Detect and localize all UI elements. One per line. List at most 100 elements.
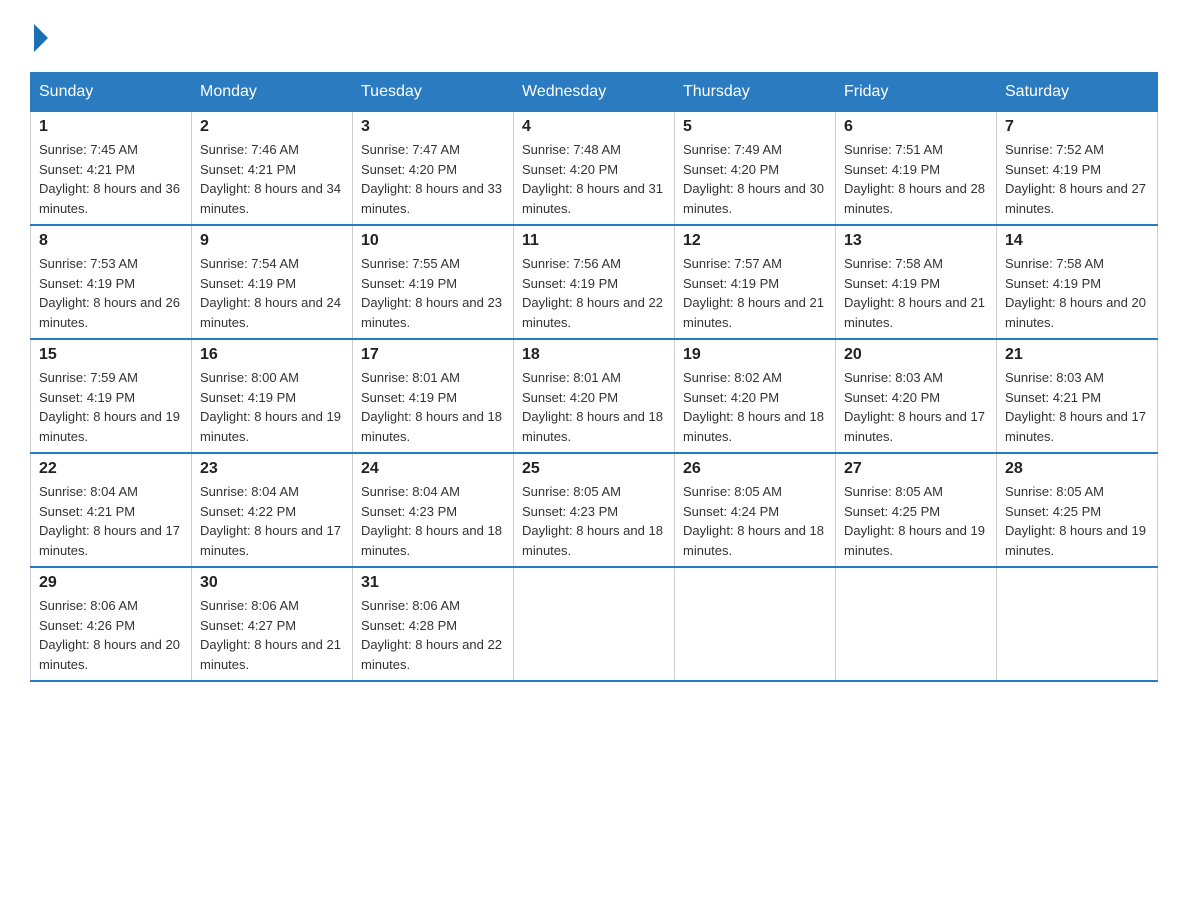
day-info: Sunrise: 8:06 AM Sunset: 4:27 PM Dayligh… xyxy=(200,596,344,674)
day-info: Sunrise: 8:04 AM Sunset: 4:21 PM Dayligh… xyxy=(39,482,183,560)
calendar-body: 1 Sunrise: 7:45 AM Sunset: 4:21 PM Dayli… xyxy=(31,112,1158,682)
day-info: Sunrise: 7:57 AM Sunset: 4:19 PM Dayligh… xyxy=(683,254,827,332)
calendar-day-cell: 3 Sunrise: 7:47 AM Sunset: 4:20 PM Dayli… xyxy=(353,112,514,226)
calendar-week-row: 15 Sunrise: 7:59 AM Sunset: 4:19 PM Dayl… xyxy=(31,339,1158,453)
calendar-day-cell: 15 Sunrise: 7:59 AM Sunset: 4:19 PM Dayl… xyxy=(31,339,192,453)
day-number: 17 xyxy=(361,346,505,364)
calendar-weekday-saturday: Saturday xyxy=(997,73,1158,112)
day-info: Sunrise: 8:03 AM Sunset: 4:20 PM Dayligh… xyxy=(844,368,988,446)
day-info: Sunrise: 7:52 AM Sunset: 4:19 PM Dayligh… xyxy=(1005,140,1149,218)
day-info: Sunrise: 7:45 AM Sunset: 4:21 PM Dayligh… xyxy=(39,140,183,218)
calendar-day-cell: 5 Sunrise: 7:49 AM Sunset: 4:20 PM Dayli… xyxy=(675,112,836,226)
day-info: Sunrise: 8:00 AM Sunset: 4:19 PM Dayligh… xyxy=(200,368,344,446)
calendar-week-row: 29 Sunrise: 8:06 AM Sunset: 4:26 PM Dayl… xyxy=(31,567,1158,681)
day-info: Sunrise: 8:06 AM Sunset: 4:28 PM Dayligh… xyxy=(361,596,505,674)
calendar-day-cell: 26 Sunrise: 8:05 AM Sunset: 4:24 PM Dayl… xyxy=(675,453,836,567)
calendar-header-row: SundayMondayTuesdayWednesdayThursdayFrid… xyxy=(31,73,1158,112)
calendar-day-cell: 10 Sunrise: 7:55 AM Sunset: 4:19 PM Dayl… xyxy=(353,225,514,339)
day-info: Sunrise: 8:04 AM Sunset: 4:23 PM Dayligh… xyxy=(361,482,505,560)
calendar-day-cell: 2 Sunrise: 7:46 AM Sunset: 4:21 PM Dayli… xyxy=(192,112,353,226)
day-info: Sunrise: 8:01 AM Sunset: 4:20 PM Dayligh… xyxy=(522,368,666,446)
day-info: Sunrise: 7:59 AM Sunset: 4:19 PM Dayligh… xyxy=(39,368,183,446)
day-info: Sunrise: 7:56 AM Sunset: 4:19 PM Dayligh… xyxy=(522,254,666,332)
calendar-day-cell: 8 Sunrise: 7:53 AM Sunset: 4:19 PM Dayli… xyxy=(31,225,192,339)
day-number: 4 xyxy=(522,118,666,136)
day-info: Sunrise: 7:51 AM Sunset: 4:19 PM Dayligh… xyxy=(844,140,988,218)
day-info: Sunrise: 7:48 AM Sunset: 4:20 PM Dayligh… xyxy=(522,140,666,218)
calendar-day-cell: 16 Sunrise: 8:00 AM Sunset: 4:19 PM Dayl… xyxy=(192,339,353,453)
calendar-day-cell: 14 Sunrise: 7:58 AM Sunset: 4:19 PM Dayl… xyxy=(997,225,1158,339)
day-info: Sunrise: 8:05 AM Sunset: 4:25 PM Dayligh… xyxy=(844,482,988,560)
day-number: 30 xyxy=(200,574,344,592)
calendar-day-cell: 25 Sunrise: 8:05 AM Sunset: 4:23 PM Dayl… xyxy=(514,453,675,567)
day-number: 15 xyxy=(39,346,183,364)
day-number: 6 xyxy=(844,118,988,136)
calendar-weekday-monday: Monday xyxy=(192,73,353,112)
calendar-day-cell: 19 Sunrise: 8:02 AM Sunset: 4:20 PM Dayl… xyxy=(675,339,836,453)
calendar-day-cell: 12 Sunrise: 7:57 AM Sunset: 4:19 PM Dayl… xyxy=(675,225,836,339)
day-number: 5 xyxy=(683,118,827,136)
page-header xyxy=(30,20,1158,52)
calendar-day-cell: 21 Sunrise: 8:03 AM Sunset: 4:21 PM Dayl… xyxy=(997,339,1158,453)
day-info: Sunrise: 8:06 AM Sunset: 4:26 PM Dayligh… xyxy=(39,596,183,674)
day-info: Sunrise: 7:55 AM Sunset: 4:19 PM Dayligh… xyxy=(361,254,505,332)
day-number: 29 xyxy=(39,574,183,592)
day-number: 3 xyxy=(361,118,505,136)
day-number: 9 xyxy=(200,232,344,250)
calendar-day-cell: 13 Sunrise: 7:58 AM Sunset: 4:19 PM Dayl… xyxy=(836,225,997,339)
calendar-weekday-thursday: Thursday xyxy=(675,73,836,112)
logo-arrow-icon xyxy=(34,24,48,52)
day-number: 7 xyxy=(1005,118,1149,136)
day-number: 13 xyxy=(844,232,988,250)
day-number: 19 xyxy=(683,346,827,364)
day-number: 20 xyxy=(844,346,988,364)
calendar-weekday-tuesday: Tuesday xyxy=(353,73,514,112)
calendar-week-row: 1 Sunrise: 7:45 AM Sunset: 4:21 PM Dayli… xyxy=(31,112,1158,226)
day-info: Sunrise: 7:49 AM Sunset: 4:20 PM Dayligh… xyxy=(683,140,827,218)
day-number: 27 xyxy=(844,460,988,478)
day-number: 8 xyxy=(39,232,183,250)
calendar-day-cell: 7 Sunrise: 7:52 AM Sunset: 4:19 PM Dayli… xyxy=(997,112,1158,226)
calendar-weekday-wednesday: Wednesday xyxy=(514,73,675,112)
day-info: Sunrise: 7:54 AM Sunset: 4:19 PM Dayligh… xyxy=(200,254,344,332)
day-number: 2 xyxy=(200,118,344,136)
calendar-weekday-sunday: Sunday xyxy=(31,73,192,112)
calendar-day-cell: 18 Sunrise: 8:01 AM Sunset: 4:20 PM Dayl… xyxy=(514,339,675,453)
calendar-header: SundayMondayTuesdayWednesdayThursdayFrid… xyxy=(31,73,1158,112)
day-info: Sunrise: 7:53 AM Sunset: 4:19 PM Dayligh… xyxy=(39,254,183,332)
day-info: Sunrise: 8:05 AM Sunset: 4:23 PM Dayligh… xyxy=(522,482,666,560)
calendar-day-cell xyxy=(514,567,675,681)
day-number: 24 xyxy=(361,460,505,478)
calendar-day-cell: 4 Sunrise: 7:48 AM Sunset: 4:20 PM Dayli… xyxy=(514,112,675,226)
day-number: 26 xyxy=(683,460,827,478)
calendar-day-cell: 22 Sunrise: 8:04 AM Sunset: 4:21 PM Dayl… xyxy=(31,453,192,567)
calendar-weekday-friday: Friday xyxy=(836,73,997,112)
calendar-day-cell: 1 Sunrise: 7:45 AM Sunset: 4:21 PM Dayli… xyxy=(31,112,192,226)
calendar-day-cell: 31 Sunrise: 8:06 AM Sunset: 4:28 PM Dayl… xyxy=(353,567,514,681)
calendar-day-cell: 27 Sunrise: 8:05 AM Sunset: 4:25 PM Dayl… xyxy=(836,453,997,567)
day-number: 31 xyxy=(361,574,505,592)
day-number: 28 xyxy=(1005,460,1149,478)
calendar-day-cell: 6 Sunrise: 7:51 AM Sunset: 4:19 PM Dayli… xyxy=(836,112,997,226)
day-number: 22 xyxy=(39,460,183,478)
day-info: Sunrise: 7:47 AM Sunset: 4:20 PM Dayligh… xyxy=(361,140,505,218)
calendar-day-cell: 9 Sunrise: 7:54 AM Sunset: 4:19 PM Dayli… xyxy=(192,225,353,339)
day-number: 10 xyxy=(361,232,505,250)
calendar-day-cell: 28 Sunrise: 8:05 AM Sunset: 4:25 PM Dayl… xyxy=(997,453,1158,567)
day-info: Sunrise: 8:02 AM Sunset: 4:20 PM Dayligh… xyxy=(683,368,827,446)
day-info: Sunrise: 7:58 AM Sunset: 4:19 PM Dayligh… xyxy=(1005,254,1149,332)
calendar-day-cell xyxy=(675,567,836,681)
calendar-day-cell: 24 Sunrise: 8:04 AM Sunset: 4:23 PM Dayl… xyxy=(353,453,514,567)
calendar-day-cell xyxy=(997,567,1158,681)
day-info: Sunrise: 8:05 AM Sunset: 4:25 PM Dayligh… xyxy=(1005,482,1149,560)
calendar-day-cell: 30 Sunrise: 8:06 AM Sunset: 4:27 PM Dayl… xyxy=(192,567,353,681)
calendar-day-cell xyxy=(836,567,997,681)
logo xyxy=(30,20,48,52)
calendar-day-cell: 17 Sunrise: 8:01 AM Sunset: 4:19 PM Dayl… xyxy=(353,339,514,453)
calendar-table: SundayMondayTuesdayWednesdayThursdayFrid… xyxy=(30,72,1158,682)
day-info: Sunrise: 7:46 AM Sunset: 4:21 PM Dayligh… xyxy=(200,140,344,218)
day-number: 12 xyxy=(683,232,827,250)
calendar-week-row: 8 Sunrise: 7:53 AM Sunset: 4:19 PM Dayli… xyxy=(31,225,1158,339)
day-number: 1 xyxy=(39,118,183,136)
day-number: 16 xyxy=(200,346,344,364)
